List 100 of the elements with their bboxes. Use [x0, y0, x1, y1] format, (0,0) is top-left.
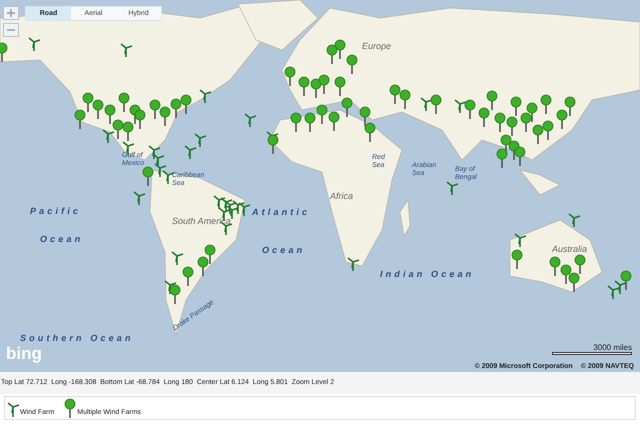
map-pin-icon[interactable] — [104, 104, 116, 124]
map-pin-icon[interactable] — [170, 98, 182, 118]
wind-turbine-icon — [568, 213, 580, 227]
wind-turbine-icon — [184, 145, 196, 159]
wind-turbine-icon — [220, 197, 232, 211]
map-pin-icon[interactable] — [204, 244, 216, 264]
map-pin-icon[interactable] — [430, 94, 442, 114]
map-pin-icon[interactable] — [92, 100, 104, 119]
world-map[interactable] — [0, 0, 640, 372]
map-pin-icon[interactable] — [118, 92, 130, 112]
wind-turbine-icon — [224, 200, 236, 214]
map-pin-icon[interactable] — [478, 108, 490, 127]
wind-turbine-icon — [226, 205, 238, 219]
wind-turbine-icon — [7, 402, 19, 418]
wind-turbine-icon — [244, 113, 256, 127]
map-pin-icon[interactable] — [316, 104, 328, 124]
wind-turbine-icon — [152, 153, 164, 167]
map-pin-icon[interactable] — [74, 110, 86, 129]
bing-logo: bing — [6, 345, 42, 363]
map-pin-icon[interactable] — [268, 134, 278, 154]
map-pin-icon[interactable] — [556, 110, 568, 129]
map-pin-icon[interactable] — [0, 42, 8, 62]
map-pin-icon[interactable] — [568, 272, 580, 292]
map-pin-icon[interactable] — [512, 250, 522, 269]
map-pin-icon[interactable] — [360, 106, 370, 126]
map-pin-icon[interactable] — [542, 120, 554, 140]
wind-turbine-icon — [172, 251, 184, 265]
map-pin-icon[interactable] — [564, 96, 576, 116]
map-pin-icon[interactable] — [334, 76, 346, 96]
map-pin-icon[interactable] — [514, 146, 526, 166]
map-pin-icon[interactable] — [142, 166, 154, 186]
map-label: Atlantic — [252, 206, 310, 219]
island-landmass — [519, 169, 561, 196]
map-pin-icon[interactable] — [520, 112, 532, 132]
wind-turbine-icon — [194, 133, 206, 147]
map-label: South America — [172, 215, 231, 228]
map-pin-icon[interactable] — [122, 122, 134, 141]
wind-turbine-icon — [134, 191, 146, 205]
map-label: Southern Ocean — [20, 332, 134, 345]
map-pin-icon[interactable] — [326, 44, 338, 64]
map-pin-icon — [64, 398, 76, 418]
map-label: Europe — [362, 40, 392, 53]
map-label: Ocean — [262, 244, 306, 257]
map-pin-icon[interactable] — [82, 92, 94, 112]
map-pin-icon[interactable] — [328, 112, 340, 131]
map-pin-icon[interactable] — [506, 116, 518, 136]
wind-turbine-icon — [446, 181, 458, 195]
map-pin-icon[interactable] — [304, 112, 316, 132]
map-pin-icon[interactable] — [112, 120, 124, 139]
map-pin-icon[interactable] — [510, 96, 522, 116]
map-pin-icon[interactable] — [494, 112, 506, 132]
map-pin-icon[interactable] — [284, 66, 296, 86]
wind-turbine-icon — [238, 202, 250, 216]
wind-turbine-icon — [148, 145, 160, 159]
map-pin-icon[interactable] — [574, 254, 586, 274]
map-label: Indian Ocean — [380, 268, 474, 281]
wind-turbine-icon — [200, 89, 212, 103]
wind-turbine-icon — [154, 163, 166, 177]
scale-label: 3000 miles — [593, 343, 632, 352]
map-label: Africa — [330, 190, 354, 203]
wind-turbine-icon — [232, 200, 244, 214]
zoom-in-button[interactable] — [3, 6, 19, 20]
map-pin-icon[interactable] — [342, 98, 352, 117]
map-pin-icon[interactable] — [298, 76, 310, 96]
zoom-out-button[interactable] — [3, 23, 19, 37]
map-pin-icon[interactable] — [198, 256, 208, 276]
map-pin-icon[interactable] — [170, 284, 180, 304]
map-pin-icon[interactable] — [346, 54, 358, 74]
map-pin-icon[interactable] — [400, 90, 410, 109]
wind-turbine-icon — [608, 285, 620, 299]
map-label: Australia — [552, 243, 588, 256]
map-pin-icon[interactable] — [526, 102, 538, 122]
map-pin-icon[interactable] — [180, 94, 192, 114]
wind-turbine-icon — [102, 129, 114, 143]
map-pin-icon[interactable] — [290, 112, 302, 132]
map-pin-icon[interactable] — [160, 106, 170, 126]
map-pin-icon[interactable] — [134, 110, 146, 129]
map-pin-icon[interactable] — [364, 122, 376, 142]
map-pin-icon[interactable] — [550, 256, 560, 276]
map-pin-icon[interactable] — [540, 94, 552, 114]
map-pin-icon[interactable] — [500, 134, 512, 154]
map-pin-icon[interactable] — [150, 100, 160, 119]
map-pin-icon[interactable] — [560, 264, 572, 284]
map-pin-icon[interactable] — [532, 124, 544, 144]
madagascar-landmass — [400, 198, 410, 237]
map-pin-icon[interactable] — [318, 74, 330, 94]
wind-turbine-icon — [28, 37, 40, 51]
map-pin-icon[interactable] — [464, 100, 476, 119]
map-pin-icon[interactable] — [334, 40, 346, 59]
map-pin-icon[interactable] — [182, 266, 194, 286]
map-pin-icon[interactable] — [310, 78, 322, 98]
wind-turbine-icon — [514, 233, 526, 247]
map-pin-icon[interactable] — [390, 84, 400, 104]
map-pin-icon[interactable] — [508, 140, 520, 160]
wind-turbine-icon — [120, 43, 132, 57]
map-pin-icon[interactable] — [486, 90, 498, 110]
wind-turbine-icon — [214, 195, 226, 209]
map-pin-icon[interactable] — [620, 270, 632, 290]
map-label: Ocean — [40, 233, 84, 246]
map-pin-icon[interactable] — [496, 148, 508, 168]
